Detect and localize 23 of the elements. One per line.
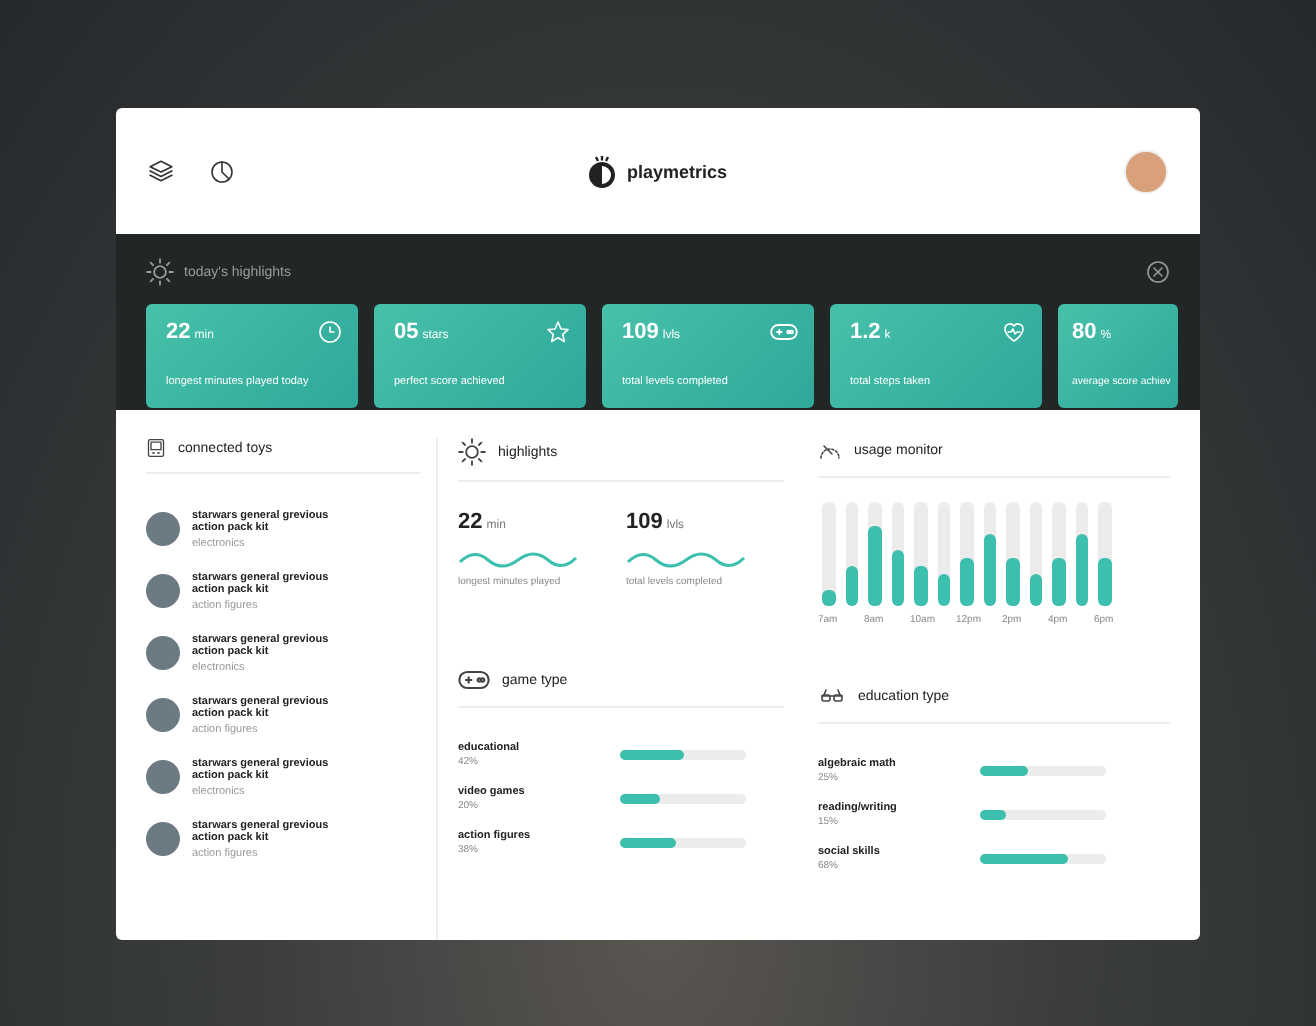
photo-placeholder [146,760,180,794]
glasses-icon [818,684,846,708]
avatar[interactable] [1124,149,1168,193]
heart-pulse-icon [1002,320,1026,344]
gamepad-icon [458,668,490,692]
logo-icon [588,155,617,187]
close-icon [1146,260,1170,284]
device-icon [146,438,166,458]
sun-icon [458,438,486,466]
photo-placeholder [146,636,180,670]
logo-text: playmetrics [626,161,728,181]
pie-chart-icon [210,159,234,183]
wave-drawing [458,550,578,570]
layers-icon [148,158,174,184]
sun-icon [146,258,174,286]
photo-placeholder [146,512,180,546]
gamepad-icon [770,320,798,344]
photo-placeholder [146,574,180,608]
photo-placeholder [146,822,180,856]
clock-icon [318,320,342,344]
star-icon [546,320,570,344]
photo-placeholder [146,698,180,732]
wave-drawing [626,550,746,570]
